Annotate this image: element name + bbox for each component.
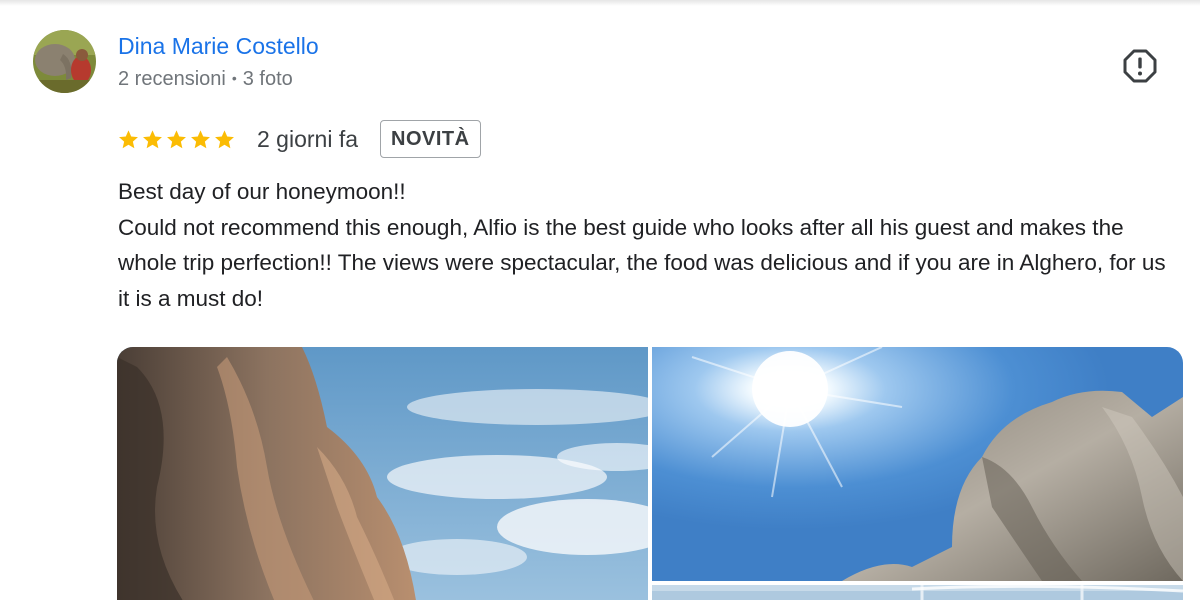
- photos-count: 3 foto: [242, 68, 293, 90]
- reviewer-meta: 2 recensioni • 3 foto: [118, 68, 293, 91]
- star-icon: [119, 129, 138, 148]
- meta-separator: •: [231, 70, 237, 86]
- avatar-photo: [33, 30, 96, 93]
- star-icon: [143, 129, 162, 148]
- photo-boat: [652, 585, 1183, 600]
- photo-sun-rock: [652, 347, 1183, 581]
- review-photo-1[interactable]: [117, 347, 648, 600]
- report-review-button[interactable]: [1123, 49, 1157, 83]
- reviewer-avatar[interactable]: [33, 30, 96, 93]
- reviewer-name-link[interactable]: Dina Marie Costello: [118, 33, 319, 60]
- star-icon: [215, 129, 234, 148]
- review-card: Dina Marie Costello 2 recensioni • 3 foto …: [0, 0, 1200, 600]
- star-icon: [167, 129, 186, 148]
- report-flag-icon: [1123, 49, 1157, 83]
- review-photo-2[interactable]: [652, 347, 1183, 581]
- top-divider-shadow: [0, 0, 1200, 6]
- review-text-line-1: Best day of our honeymoon!!: [118, 179, 406, 204]
- star-rating: [118, 129, 235, 150]
- review-date: 2 giorni fa: [257, 125, 359, 152]
- review-photo-3[interactable]: [652, 585, 1183, 600]
- star-icon: [191, 129, 210, 148]
- photo-cliff-sky: [117, 347, 648, 600]
- review-text: Best day of our honeymoon!! Could not re…: [118, 174, 1178, 316]
- reviews-count: 2 recensioni: [118, 68, 226, 90]
- review-text-line-2: Could not recommend this enough, Alfio i…: [118, 214, 1166, 311]
- new-badge: NOVITÀ: [380, 120, 481, 158]
- rating-row: 2 giorni fa NOVITÀ: [118, 118, 481, 160]
